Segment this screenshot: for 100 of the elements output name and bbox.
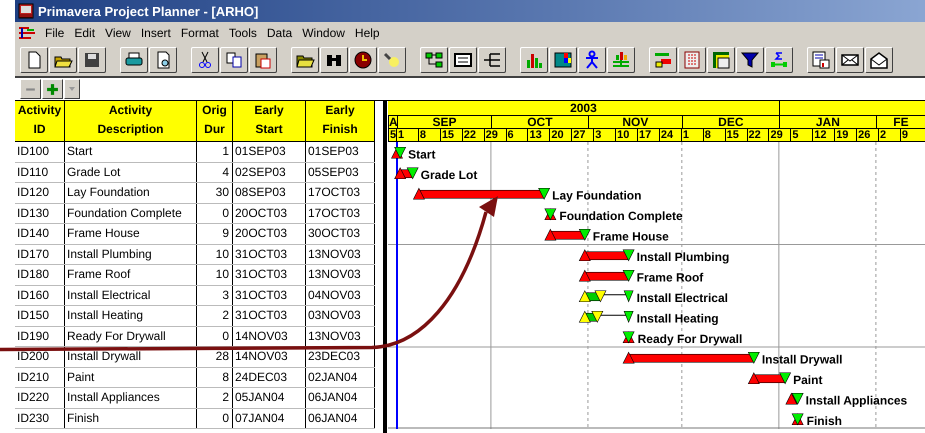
table-cell: 31OCT03 bbox=[233, 265, 306, 284]
open-folder-button[interactable] bbox=[49, 47, 77, 73]
column-header[interactable]: Activity ID bbox=[15, 101, 65, 141]
expand-button[interactable] bbox=[42, 79, 63, 99]
table-cell: Finish bbox=[65, 408, 197, 428]
table-cell: 1 bbox=[197, 142, 233, 162]
menu-item[interactable]: View bbox=[100, 26, 136, 40]
bar-label: Frame Roof bbox=[636, 270, 704, 284]
float-bar[interactable] bbox=[578, 290, 634, 303]
branch-lines-button[interactable] bbox=[478, 47, 506, 73]
week-label: 29 bbox=[484, 129, 498, 142]
table-cell: 2 bbox=[197, 388, 233, 408]
table-cell: 9 bbox=[197, 224, 233, 244]
caret-icon bbox=[68, 85, 76, 93]
column-header[interactable]: Activity Description bbox=[65, 101, 197, 141]
activity-bar[interactable] bbox=[578, 249, 635, 262]
menu-item[interactable]: Tools bbox=[224, 26, 262, 40]
collapse-button[interactable] bbox=[20, 79, 41, 99]
filter-button[interactable] bbox=[736, 47, 764, 73]
week-label: 2 bbox=[878, 129, 886, 142]
report-icon bbox=[811, 50, 831, 70]
week-label: 24 bbox=[658, 129, 674, 142]
activity-bar[interactable] bbox=[412, 188, 550, 200]
open-folder-button[interactable] bbox=[291, 47, 319, 73]
columns-button[interactable] bbox=[678, 47, 706, 73]
print-preview-button[interactable] bbox=[149, 47, 177, 73]
menu-item[interactable]: Format bbox=[176, 26, 224, 40]
activity-bar[interactable] bbox=[622, 352, 760, 364]
week-label: 10 bbox=[615, 129, 630, 142]
color-grid-button[interactable] bbox=[549, 47, 577, 73]
gantt-bars-button[interactable] bbox=[649, 47, 677, 73]
open-envelope-button[interactable] bbox=[865, 47, 893, 73]
menu-item[interactable]: File bbox=[40, 26, 70, 40]
column-header[interactable]: Early Start bbox=[233, 101, 306, 141]
scissors-button[interactable] bbox=[191, 47, 219, 73]
column-header[interactable]: Early Finish bbox=[306, 101, 375, 141]
table-cell: Frame House bbox=[65, 224, 197, 244]
form-button[interactable] bbox=[449, 47, 477, 73]
milestone-marker[interactable] bbox=[792, 413, 804, 426]
week-label: 27 bbox=[571, 129, 586, 142]
month-header: NOV bbox=[588, 116, 682, 128]
printer-button[interactable] bbox=[120, 47, 148, 73]
activity-bar[interactable] bbox=[394, 167, 419, 180]
layout-button[interactable] bbox=[707, 47, 735, 73]
activity-bar[interactable] bbox=[785, 392, 804, 405]
month-header: A bbox=[388, 116, 397, 128]
person-button[interactable] bbox=[578, 47, 606, 73]
table-cell: 05JAN04 bbox=[233, 388, 306, 408]
form-icon bbox=[453, 50, 473, 70]
milestone-marker[interactable] bbox=[622, 331, 635, 344]
paste-button[interactable] bbox=[249, 47, 277, 73]
table-cell: ID160 bbox=[15, 286, 65, 305]
table-cell: 4 bbox=[197, 162, 233, 182]
float-bar[interactable] bbox=[578, 310, 634, 324]
table-cell: 30OCT03 bbox=[306, 224, 375, 244]
dropdown-button[interactable] bbox=[64, 79, 80, 99]
table-cell: 02JAN04 bbox=[306, 368, 375, 387]
week-label: 1 bbox=[396, 129, 404, 142]
table-cell: 01SEP03 bbox=[233, 142, 306, 162]
table-cell: Install Drywall bbox=[65, 347, 197, 366]
floppy-disk-button[interactable] bbox=[78, 47, 106, 73]
connector-icon bbox=[769, 50, 789, 70]
table-cell: ID220 bbox=[15, 388, 65, 408]
copy-button[interactable] bbox=[220, 47, 248, 73]
connector-button[interactable] bbox=[765, 47, 793, 73]
histogram-button[interactable] bbox=[520, 47, 548, 73]
envelope-button[interactable] bbox=[836, 47, 864, 73]
activity-bar[interactable] bbox=[544, 228, 591, 241]
bar-label: Grade Lot bbox=[420, 168, 478, 182]
activity-bar[interactable] bbox=[748, 372, 792, 384]
network-button[interactable] bbox=[420, 47, 448, 73]
table-cell: ID230 bbox=[15, 408, 65, 428]
menu-item[interactable]: Window bbox=[297, 26, 350, 40]
gantt-menu-icon[interactable] bbox=[18, 25, 36, 41]
menu-item[interactable]: Data bbox=[262, 26, 298, 40]
bar-label: Paint bbox=[793, 372, 822, 387]
table-cell: 24DEC03 bbox=[233, 368, 306, 387]
table-cell: 03NOV03 bbox=[306, 306, 375, 326]
resource-curve-button[interactable] bbox=[607, 47, 635, 73]
table-cell: 06JAN04 bbox=[306, 388, 375, 408]
menu-item[interactable]: Help bbox=[350, 26, 385, 40]
gantt-bars-icon bbox=[653, 50, 673, 70]
table-cell: 10 bbox=[197, 244, 233, 264]
binoculars-button[interactable] bbox=[320, 47, 348, 73]
plus-icon bbox=[46, 82, 59, 96]
activity-bar[interactable] bbox=[391, 146, 406, 159]
network-icon bbox=[424, 50, 444, 70]
file-button[interactable] bbox=[20, 47, 48, 73]
menu-item[interactable]: Edit bbox=[69, 26, 100, 40]
table-cell: ID210 bbox=[15, 368, 65, 387]
month-header: OCT bbox=[490, 116, 588, 128]
clock-button[interactable] bbox=[349, 47, 377, 73]
column-header[interactable]: Orig Dur bbox=[197, 101, 233, 141]
lightbulb-button[interactable] bbox=[378, 47, 406, 73]
report-button[interactable] bbox=[807, 47, 835, 73]
table-cell: 17OCT03 bbox=[306, 204, 375, 223]
activity-bar[interactable] bbox=[578, 270, 635, 282]
table-cell: 06JAN04 bbox=[306, 408, 375, 428]
menu-item[interactable]: Insert bbox=[136, 26, 176, 40]
milestone-marker[interactable] bbox=[544, 208, 556, 220]
